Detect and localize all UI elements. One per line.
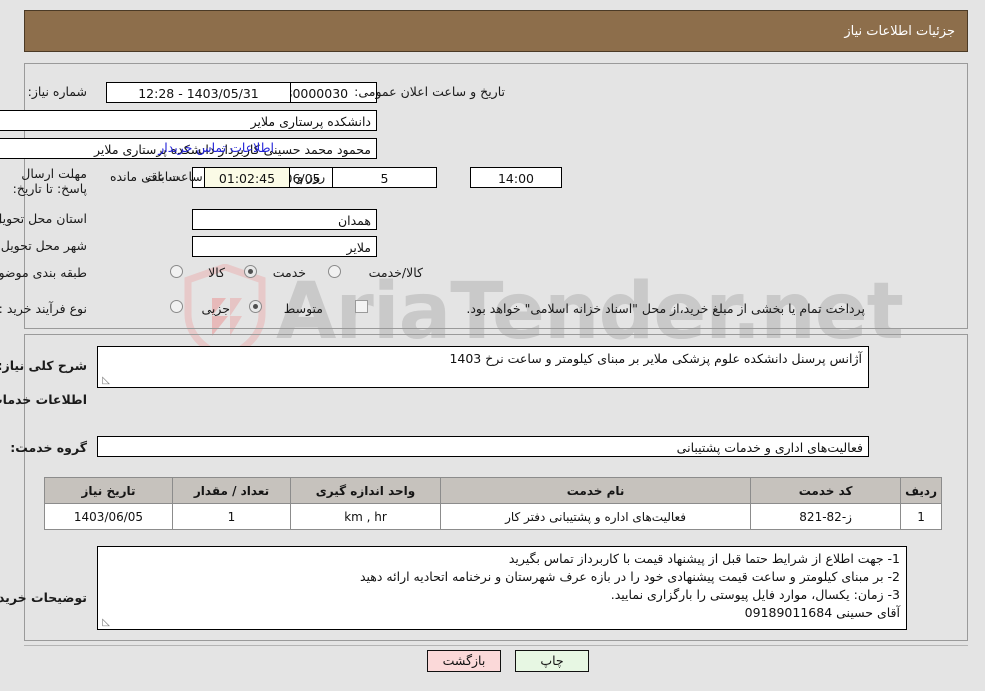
buyer-contact-link[interactable]: اطلاعات تماس خریدار: [158, 140, 274, 155]
checkbox-treasury-documents[interactable]: [355, 300, 368, 313]
radio-category-khedmat-label: خدمت: [272, 265, 306, 280]
col-unit: واحد اندازه گیری: [290, 477, 441, 504]
days-label: روز و: [297, 169, 326, 184]
page-header: جزئیات اطلاعات نیاز: [24, 10, 968, 52]
radio-process-jozi-label: جزیی: [201, 301, 230, 316]
cell-radif: 1: [900, 503, 942, 530]
footer-divider: [24, 645, 968, 646]
print-button[interactable]: چاپ: [515, 650, 589, 672]
general-desc-text: آژانس پرسنل دانشکده علوم پزشکی ملایر بر …: [449, 351, 862, 366]
col-date: تاریخ نیاز: [44, 477, 173, 504]
service-group-value: فعالیت‌های اداری و خدمات پشتیبانی: [97, 436, 869, 457]
col-radif: ردیف: [900, 477, 942, 504]
radio-category-kala-label: کالا: [208, 265, 225, 280]
table-row: 1 ز-82-821 فعالیت‌های اداره و پشتیبانی د…: [44, 503, 942, 530]
radio-category-kala-khedmat[interactable]: [328, 265, 341, 278]
days-value: 5: [332, 167, 437, 188]
radio-process-motavaset-label: متوسط: [283, 301, 323, 316]
back-button[interactable]: بازگشت: [427, 650, 501, 672]
resize-grip-icon[interactable]: ◺: [100, 376, 110, 386]
buyer-notes-label: توضیحات خریدار:: [0, 590, 87, 605]
countdown-value: 01:02:45: [204, 167, 290, 188]
col-code: کد خدمت: [750, 477, 902, 504]
general-desc-value[interactable]: آژانس پرسنل دانشکده علوم پزشکی ملایر بر …: [97, 346, 869, 388]
province-value: همدان: [192, 209, 377, 230]
city-value: ملایر: [192, 236, 377, 257]
buyer-note-line: آقای حسینی 09189011684: [744, 605, 900, 620]
general-desc-label: شرح کلی نیاز:: [0, 358, 87, 373]
services-table: ردیف کد خدمت نام خدمت واحد اندازه گیری ت…: [44, 477, 942, 530]
cell-unit: km , hr: [290, 503, 441, 530]
table-header-row: ردیف کد خدمت نام خدمت واحد اندازه گیری ت…: [44, 477, 942, 504]
cell-name: فعالیت‌های اداره و پشتیبانی دفتر کار: [439, 503, 752, 530]
radio-process-motavaset[interactable]: [249, 300, 262, 313]
cell-code: ز-82-821: [750, 503, 902, 530]
page-title: جزئیات اطلاعات نیاز: [844, 23, 955, 39]
category-label: طبقه بندی موضوعی:: [0, 265, 87, 280]
checkbox-treasury-documents-label: پرداخت تمام یا بخشی از مبلغ خرید،از محل …: [466, 301, 865, 316]
need-number-label: شماره نیاز:: [27, 84, 87, 99]
buyer-note-line: 1- جهت اطلاع از شرایط حتما قبل از پیشنها…: [508, 551, 900, 566]
radio-process-jozi[interactable]: [170, 300, 183, 313]
process-label: نوع فرآیند خرید :: [0, 301, 87, 316]
public-announce-value: 1403/05/31 - 12:28: [106, 82, 291, 103]
buyer-notes-value[interactable]: 1- جهت اطلاع از شرایط حتما قبل از پیشنها…: [97, 546, 907, 630]
buyer-note-line: 3- زمان: یکسال، موارد فایل پیوستی را بار…: [610, 587, 900, 602]
deadline-label: مهلت ارسال پاسخ: تا تاریخ:: [12, 166, 87, 196]
radio-category-khedmat[interactable]: [244, 265, 257, 278]
hour-value: 14:00: [470, 167, 562, 188]
province-label: استان محل تحویل:: [0, 211, 87, 226]
radio-category-kala-khedmat-label: کالا/خدمت: [368, 265, 423, 280]
buyer-note-line: 2- بر مبنای کیلومتر و ساعت قیمت پیشنهادی…: [359, 569, 900, 584]
remaining-label: ساعت باقی مانده: [110, 169, 203, 184]
resize-grip-icon[interactable]: ◺: [100, 618, 110, 628]
cell-quantity: 1: [172, 503, 291, 530]
col-name: نام خدمت: [439, 477, 752, 504]
page-root: AriaTender.net جزئیات اطلاعات نیاز شماره…: [0, 0, 985, 691]
cell-date: 1403/06/05: [44, 503, 173, 530]
service-group-label: گروه خدمت:: [10, 440, 87, 455]
buyer-org-value: دانشکده پرستاری ملایر: [0, 110, 377, 131]
services-info-heading: اطلاعات خدمات مورد نیاز: [0, 392, 87, 407]
public-announce-label: تاریخ و ساعت اعلان عمومی:: [354, 84, 505, 99]
city-label: شهر محل تحویل:: [0, 238, 87, 253]
col-quantity: تعداد / مقدار: [172, 477, 291, 504]
radio-category-kala[interactable]: [170, 265, 183, 278]
